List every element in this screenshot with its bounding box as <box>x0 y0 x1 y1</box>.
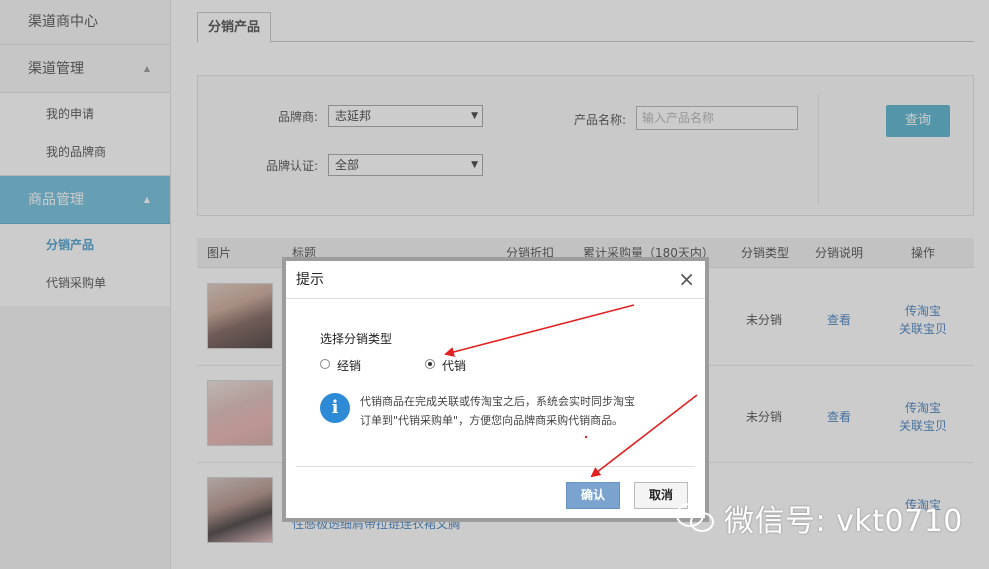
dialog-title: 提示 <box>286 261 705 299</box>
confirm-button[interactable]: 确认 <box>566 482 620 509</box>
info-icon: i <box>320 393 350 423</box>
choose-type-label: 选择分销类型 <box>320 332 393 346</box>
wechat-icon <box>676 503 714 532</box>
info-line-2: 订单到"代销采购单"，方便您向品牌商采购代销商品。 <box>360 414 624 427</box>
dialog-footer-divider <box>296 466 695 467</box>
radio-consignment[interactable] <box>425 359 435 369</box>
watermark-text: 微信号: vkt0710 <box>724 504 963 539</box>
distribution-type-dialog: 提示 × 选择分销类型 经销 代销 i 代销商品在完成关联或传淘宝之后，系统会实… <box>282 257 709 522</box>
radio-distribution[interactable] <box>320 359 330 369</box>
info-line-1: 代销商品在完成关联或传淘宝之后，系统会实时同步淘宝 <box>360 395 635 408</box>
radio-consignment-label: 代销 <box>442 359 467 373</box>
close-icon[interactable]: × <box>678 267 695 291</box>
wechat-watermark: 微信号: vkt0710 <box>674 496 963 540</box>
radio-distribution-label: 经销 <box>337 359 362 373</box>
info-message: 代销商品在完成关联或传淘宝之后，系统会实时同步淘宝 订单到"代销采购单"，方便您… <box>360 392 660 430</box>
